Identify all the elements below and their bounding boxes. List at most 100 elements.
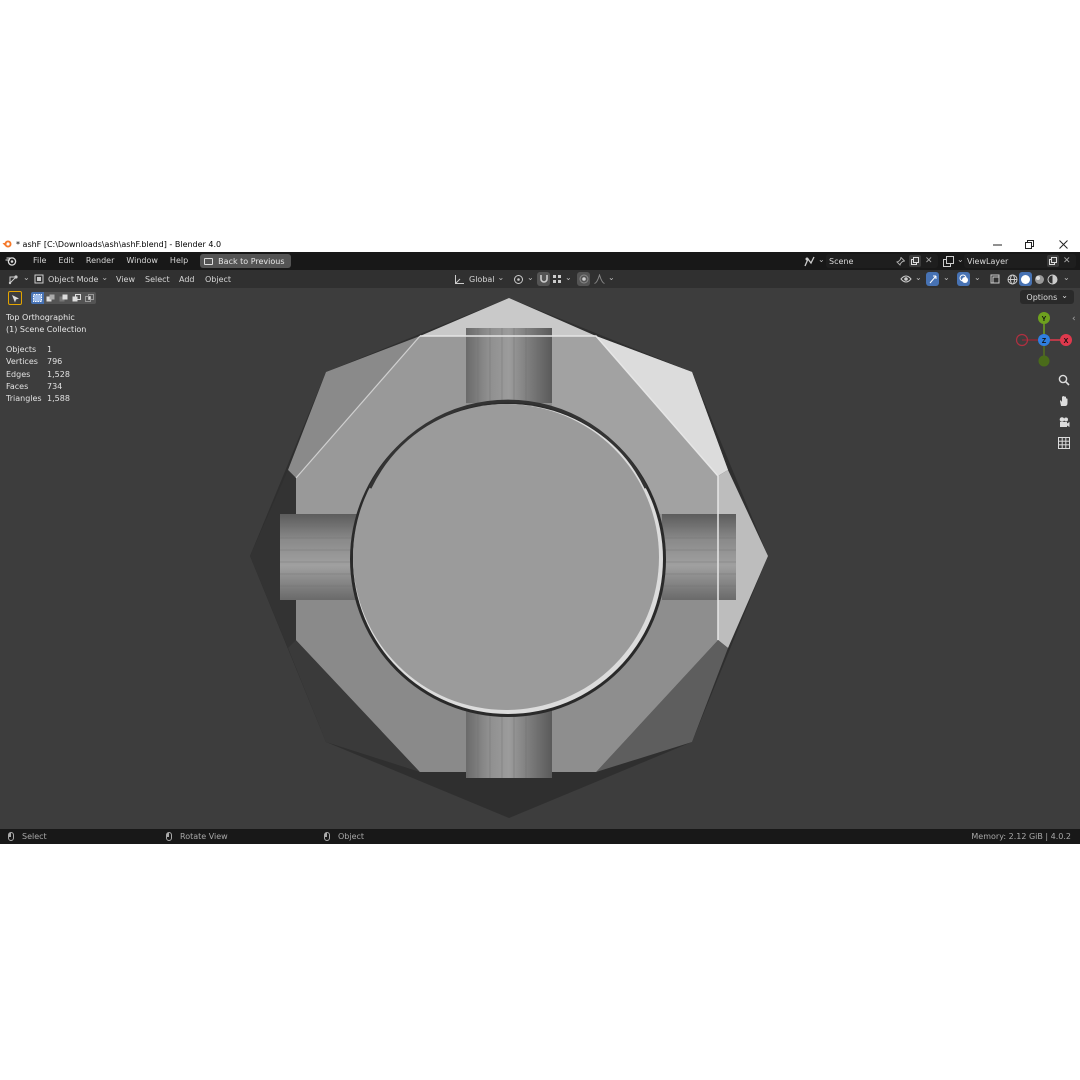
- shading-wireframe-button[interactable]: [1006, 272, 1019, 286]
- mouse-middle-icon: [166, 832, 172, 841]
- menu-object[interactable]: Object: [205, 272, 231, 286]
- mesh-object[interactable]: [0, 288, 1080, 829]
- status-rotate-hint: Rotate View: [166, 829, 228, 844]
- duplicate-icon: [1049, 257, 1057, 265]
- menu-window[interactable]: Window: [120, 252, 164, 270]
- shading-solid-button[interactable]: [1019, 272, 1032, 286]
- status-object-hint: Object: [324, 829, 364, 844]
- status-select-hint: Select: [8, 829, 47, 844]
- editor-3d-icon: [8, 275, 18, 285]
- mode-selector[interactable]: Object Mode: [34, 272, 108, 286]
- overlays-toggle[interactable]: [957, 272, 970, 286]
- camera-view-button[interactable]: [1056, 414, 1072, 430]
- snap-toggle[interactable]: [537, 272, 550, 286]
- wireframe-sphere-icon: [1007, 274, 1018, 284]
- solid-sphere-icon: [1021, 274, 1030, 284]
- menu-file[interactable]: File: [27, 252, 52, 270]
- shading-rendered-button[interactable]: [1046, 272, 1059, 286]
- material-sphere-icon: [1035, 274, 1044, 284]
- 3d-viewport[interactable]: Options ⌄ Top Orthographic (1) Scene Col…: [0, 288, 1080, 829]
- blender-topbar: File Edit Render Window Help Back to Pre…: [0, 252, 1080, 270]
- blender-app-icon: [2, 240, 12, 248]
- falloff-selector[interactable]: [594, 272, 615, 286]
- scene-name: Scene: [829, 256, 854, 266]
- status-object-label: Object: [338, 832, 365, 841]
- statusbar: Select Rotate View Object Memory: 2.12 G…: [0, 829, 1080, 844]
- window-titlebar: * ashF [C:\Downloads\ash\ashF.blend] - B…: [0, 236, 1080, 252]
- scene-field[interactable]: Scene ✕: [826, 254, 938, 268]
- mouse-right-icon: [324, 832, 330, 841]
- pivot-point-selector[interactable]: [513, 272, 534, 286]
- blender-logo-icon[interactable]: [5, 255, 17, 267]
- pin-icon[interactable]: [896, 256, 905, 266]
- window-title: * ashF [C:\Downloads\ash\ashF.blend] - B…: [16, 239, 222, 249]
- back-to-previous-label: Back to Previous: [218, 256, 285, 266]
- falloff-curve-icon: [594, 274, 605, 284]
- snap-target-selector[interactable]: [552, 272, 572, 286]
- menu-view[interactable]: View: [116, 272, 135, 286]
- gizmo-toggle[interactable]: [926, 272, 939, 286]
- xray-toggle[interactable]: [988, 272, 1001, 286]
- menu-select[interactable]: Select: [145, 272, 170, 286]
- minimize-icon: [992, 244, 1002, 245]
- neg-y-axis-handle[interactable]: [1038, 355, 1050, 367]
- duplicate-icon: [911, 257, 919, 265]
- menu-help[interactable]: Help: [164, 252, 194, 270]
- mouse-left-icon: [8, 832, 14, 841]
- shading-material-button[interactable]: [1033, 272, 1046, 286]
- back-to-previous-button[interactable]: Back to Previous: [200, 254, 291, 268]
- camera-icon: [1059, 417, 1070, 427]
- visibility-selector[interactable]: [900, 272, 922, 286]
- transform-orientation-selector[interactable]: Global: [454, 272, 504, 286]
- proportional-edit-toggle[interactable]: [577, 272, 590, 286]
- zoom-button[interactable]: [1056, 372, 1072, 388]
- pan-button[interactable]: [1056, 393, 1072, 409]
- perspective-toggle-button[interactable]: [1056, 435, 1072, 451]
- overlays-icon: [959, 274, 968, 283]
- pivot-icon: [514, 274, 523, 284]
- viewport-header: Object Mode View Select Add Object Globa…: [0, 270, 1080, 288]
- viewlayer-name: ViewLayer: [967, 256, 1009, 266]
- mode-label: Object Mode: [48, 274, 99, 284]
- delete-viewlayer-icon[interactable]: ✕: [1063, 256, 1073, 266]
- navigation-gizmo[interactable]: Y X Z: [1014, 310, 1076, 368]
- x-axis-label: X: [1064, 338, 1069, 345]
- viewlayer-icon: [943, 255, 954, 267]
- scene-icon: [804, 256, 815, 266]
- restore-button[interactable]: [1012, 236, 1046, 252]
- fullscreen-icon: [204, 257, 214, 265]
- close-button[interactable]: [1046, 236, 1080, 252]
- delete-scene-icon[interactable]: ✕: [925, 256, 935, 266]
- blender-window: * ashF [C:\Downloads\ash\ashF.blend] - B…: [0, 236, 1080, 844]
- proportional-edit-icon: [579, 274, 588, 284]
- new-scene-button[interactable]: [909, 255, 921, 267]
- new-viewlayer-button[interactable]: [1047, 255, 1059, 267]
- close-icon: [1058, 239, 1068, 249]
- magnet-icon: [539, 275, 548, 283]
- object-mode-icon: [34, 274, 44, 284]
- shading-menu[interactable]: [1060, 272, 1070, 286]
- sidebar-toggle-icon[interactable]: ‹: [1072, 314, 1080, 324]
- orientation-label: Global: [469, 274, 495, 284]
- hand-icon: [1060, 396, 1068, 406]
- eye-icon: [900, 275, 912, 283]
- y-axis-label: Y: [1042, 316, 1047, 323]
- rendered-sphere-icon: [1047, 274, 1058, 284]
- viewlayer-selector-button[interactable]: [943, 254, 964, 268]
- editor-type-button[interactable]: [8, 272, 30, 286]
- gizmo-menu[interactable]: [940, 272, 950, 286]
- status-rotate-label: Rotate View: [180, 832, 228, 841]
- gizmo-icon: [929, 275, 936, 284]
- orientation-axes-icon: [455, 274, 464, 284]
- menu-render[interactable]: Render: [80, 252, 120, 270]
- menu-edit[interactable]: Edit: [52, 252, 80, 270]
- viewlayer-field[interactable]: ViewLayer ✕: [964, 254, 1076, 268]
- menu-add[interactable]: Add: [179, 272, 195, 286]
- minimize-button[interactable]: [980, 236, 1014, 252]
- scene-selector-button[interactable]: [804, 254, 825, 268]
- xray-icon: [990, 274, 999, 284]
- magnifier-icon: [1058, 374, 1070, 386]
- overlays-menu[interactable]: [971, 272, 981, 286]
- status-select-label: Select: [22, 832, 47, 841]
- grid-icon: [1058, 437, 1070, 449]
